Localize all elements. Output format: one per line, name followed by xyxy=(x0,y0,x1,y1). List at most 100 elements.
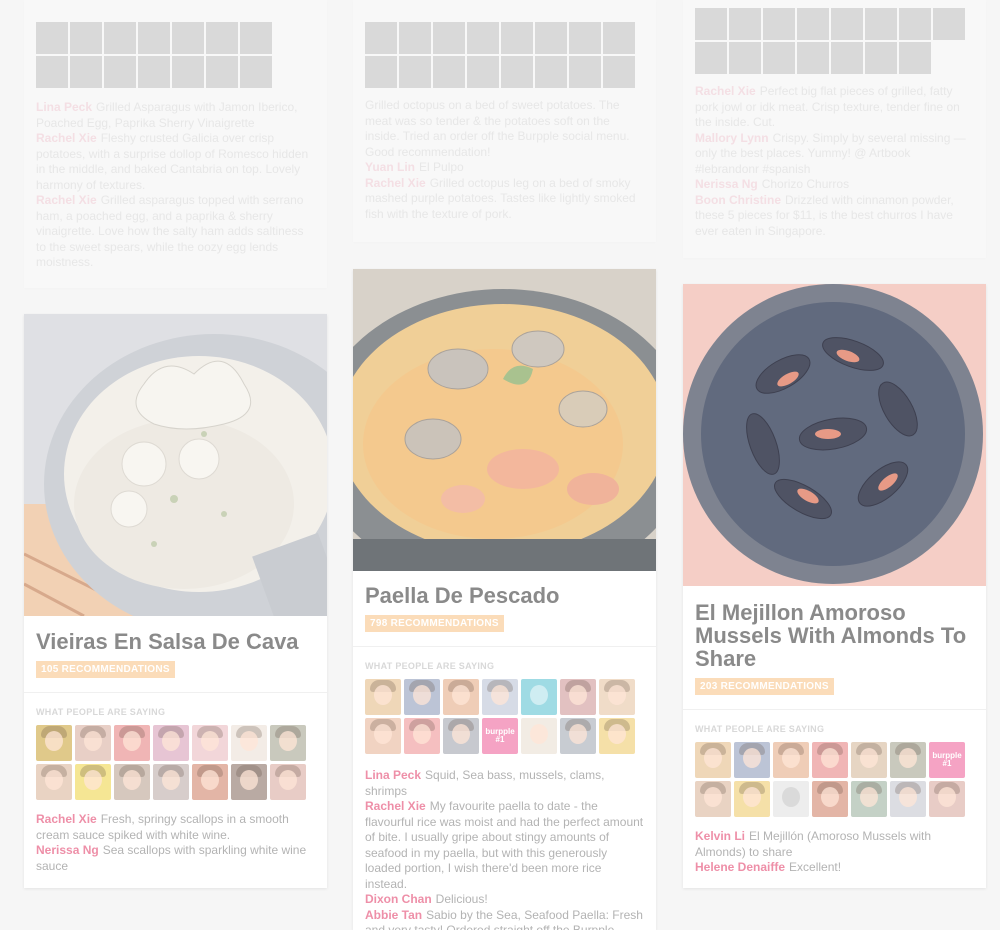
avatar[interactable] xyxy=(482,679,518,715)
avatar[interactable] xyxy=(270,764,306,800)
avatar[interactable] xyxy=(443,679,479,715)
avatar-grid: burpple #1 xyxy=(683,742,986,817)
recommendations-badge: 203 RECOMMENDATIONS xyxy=(695,678,834,695)
reviewer-name[interactable]: Abbie Tan xyxy=(365,908,422,922)
reviewer-name[interactable]: Kelvin Li xyxy=(695,829,745,843)
avatar[interactable] xyxy=(404,718,440,754)
reviews-list: Kelvin Li El Mejillón (Amoroso Mussels wi… xyxy=(683,817,986,886)
dish-photo[interactable] xyxy=(24,314,327,616)
dish-card[interactable]: El Mejillon Amoroso Mussels With Almonds… xyxy=(683,284,986,888)
burpple-avatar[interactable]: burpple #1 xyxy=(482,718,518,754)
review: Boon Christine Drizzled with cinnamon pow… xyxy=(695,192,954,238)
ghost-card-1[interactable]: Lina Peck Grilled Asparagus with Jamon Ib… xyxy=(24,0,327,288)
review: Nerissa Ng Chorizo Churros xyxy=(695,177,850,191)
mussels-photo-image xyxy=(683,284,986,586)
what-people-saying-label: WHAT PEOPLE ARE SAYING xyxy=(36,707,166,717)
dish-title[interactable]: Paella De Pescado xyxy=(353,571,656,613)
avatar[interactable] xyxy=(153,764,189,800)
recommendations-badge: 105 RECOMMENDATIONS xyxy=(36,661,175,678)
avatar[interactable] xyxy=(521,679,557,715)
avatar[interactable] xyxy=(890,742,926,778)
paella-photo-image xyxy=(353,269,656,571)
avatar[interactable] xyxy=(560,679,596,715)
avatar[interactable] xyxy=(812,781,848,817)
scallops-photo-image xyxy=(24,314,327,616)
review: Yuan Lin El Pulpo xyxy=(365,160,464,174)
reviewer-name[interactable]: Nerissa Ng xyxy=(36,843,99,857)
what-people-saying-label: WHAT PEOPLE ARE SAYING xyxy=(695,724,825,734)
review: Helene Denaiffe Excellent! xyxy=(695,860,974,876)
avatar[interactable] xyxy=(36,725,72,761)
dish-title[interactable]: El Mejillon Amoroso Mussels With Almonds… xyxy=(683,586,986,676)
ghost-reviews: Grilled octopus on a bed of sweet potato… xyxy=(353,88,656,232)
burpple-avatar[interactable]: burpple #1 xyxy=(929,742,965,778)
review: Mallory Lynn Crispy. Simply by several mi… xyxy=(695,130,966,176)
avatar[interactable] xyxy=(734,742,770,778)
avatar[interactable] xyxy=(773,781,809,817)
avatar[interactable] xyxy=(114,764,150,800)
dish-photo[interactable] xyxy=(353,269,656,571)
reviews-list: Lina Peck Squid, Sea bass, mussels, clams… xyxy=(353,754,656,930)
ghost-card-3[interactable]: Rachel Xie Perfect big flat pieces of gri… xyxy=(683,0,986,258)
review: Rachel Xie Grilled octopus leg on a bed o… xyxy=(365,175,636,221)
avatar[interactable] xyxy=(521,718,557,754)
review: Rachel Xie Grilled asparagus topped with … xyxy=(36,193,304,269)
ghost-card-2[interactable]: Grilled octopus on a bed of sweet potato… xyxy=(353,0,656,242)
ghost-avatar-grid xyxy=(683,0,986,74)
review: Dixon Chan Delicious! xyxy=(365,892,644,908)
review: Abbie Tan Sabio by the Sea, Seafood Paell… xyxy=(365,908,644,930)
avatar[interactable] xyxy=(114,725,150,761)
avatar[interactable] xyxy=(851,742,887,778)
dish-card[interactable]: Vieiras En Salsa De Cava 105 RECOMMENDAT… xyxy=(24,314,327,888)
avatar[interactable] xyxy=(560,718,596,754)
review: Lina Peck Squid, Sea bass, mussels, clams… xyxy=(365,768,644,799)
review-text: Excellent! xyxy=(789,860,842,874)
avatar[interactable] xyxy=(812,742,848,778)
dish-photo[interactable] xyxy=(683,284,986,586)
review: Nerissa Ng Sea scallops with sparkling wh… xyxy=(36,843,315,874)
avatar[interactable] xyxy=(192,764,228,800)
reviewer-name[interactable]: Lina Peck xyxy=(365,768,421,782)
ghost-reviews: Rachel Xie Perfect big flat pieces of gri… xyxy=(683,74,986,249)
avatar[interactable] xyxy=(231,725,267,761)
avatar[interactable] xyxy=(36,764,72,800)
reviewer-name[interactable]: Dixon Chan xyxy=(365,892,432,906)
review: Lina Peck Grilled Asparagus with Jamon Ib… xyxy=(36,100,298,130)
avatar[interactable] xyxy=(365,679,401,715)
avatar[interactable] xyxy=(773,742,809,778)
avatar[interactable] xyxy=(851,781,887,817)
avatar[interactable] xyxy=(695,781,731,817)
avatar[interactable] xyxy=(734,781,770,817)
avatar[interactable] xyxy=(929,781,965,817)
avatar[interactable] xyxy=(365,718,401,754)
avatar[interactable] xyxy=(599,718,635,754)
avatar-grid: burpple #1 xyxy=(353,679,656,754)
review: Kelvin Li El Mejillón (Amoroso Mussels wi… xyxy=(695,829,974,860)
dish-card[interactable]: Paella De Pescado 798 RECOMMENDATIONS WH… xyxy=(353,269,656,930)
avatar[interactable] xyxy=(599,679,635,715)
avatar[interactable] xyxy=(404,679,440,715)
dish-title[interactable]: Vieiras En Salsa De Cava xyxy=(24,616,327,659)
reviews-list: Rachel Xie Fresh, springy scallops in a s… xyxy=(24,800,327,884)
reviewer-name[interactable]: Rachel Xie xyxy=(36,812,97,826)
review: Grilled octopus on a bed of sweet potato… xyxy=(365,98,630,159)
avatar[interactable] xyxy=(695,742,731,778)
avatar[interactable] xyxy=(270,725,306,761)
reviewer-name[interactable]: Helene Denaiffe xyxy=(695,860,785,874)
review: Rachel Xie Perfect big flat pieces of gri… xyxy=(695,84,960,129)
avatar[interactable] xyxy=(890,781,926,817)
recommendations-badge: 798 RECOMMENDATIONS xyxy=(365,615,504,632)
avatar[interactable] xyxy=(153,725,189,761)
avatar[interactable] xyxy=(75,764,111,800)
ghost-avatar-grid xyxy=(353,0,656,88)
avatar[interactable] xyxy=(75,725,111,761)
review: Rachel Xie Fresh, springy scallops in a s… xyxy=(36,812,315,843)
avatar[interactable] xyxy=(231,764,267,800)
review: Rachel Xie My favourite paella to date - … xyxy=(365,799,644,892)
avatar[interactable] xyxy=(443,718,479,754)
ghost-reviews: Lina Peck Grilled Asparagus with Jamon Ib… xyxy=(24,88,327,281)
reviewer-name[interactable]: Rachel Xie xyxy=(365,799,426,813)
avatar[interactable] xyxy=(192,725,228,761)
review-text: Delicious! xyxy=(435,892,488,906)
what-people-saying-label: WHAT PEOPLE ARE SAYING xyxy=(365,661,495,671)
